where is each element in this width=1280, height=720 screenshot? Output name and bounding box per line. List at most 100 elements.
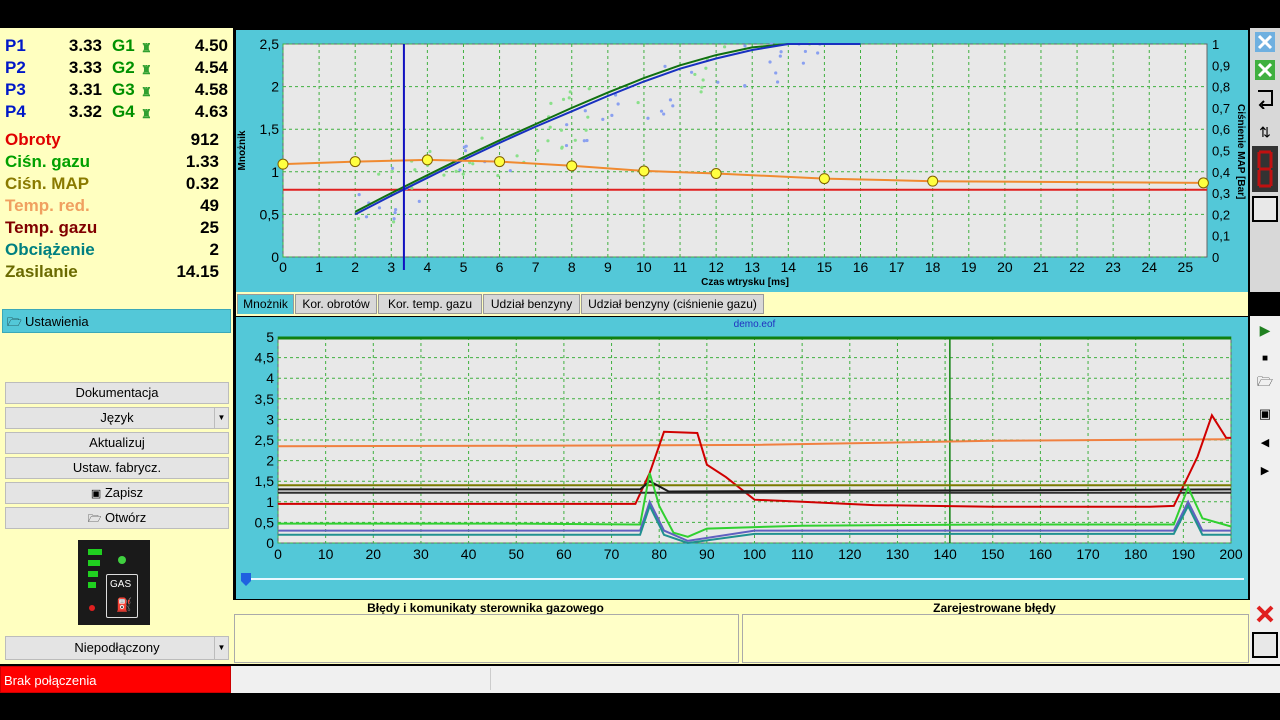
- right-toolbar-top: ⇅: [1250, 28, 1280, 292]
- sample-point: [549, 101, 553, 105]
- multiplier-chart[interactable]: 0 1 2 3 4 5 6 7 8 9 10 11 12 13 14 15 16 17 18 19 20 21 22 23 24…: [236, 30, 1248, 292]
- multiplier-chart-svg[interactable]: 0 1 2 3 4 5 6 7 8 9 10 11 12 13 14 15 16 17 18 19 20 21 22 23 24…: [236, 30, 1248, 292]
- gas-switch[interactable]: GAS ⛽: [78, 540, 150, 625]
- petrol-injector-label: P3: [5, 80, 26, 99]
- sample-point: [471, 162, 475, 166]
- tab-1[interactable]: Kor. obrotów: [295, 294, 377, 314]
- folder-icon: 🗁: [87, 513, 102, 525]
- chevron-down-icon: ▼: [214, 408, 228, 428]
- sample-point: [480, 136, 484, 140]
- gas-injector-value: 4.58: [194, 80, 228, 99]
- sample-point: [561, 97, 566, 101]
- y-tick-label: 2: [266, 453, 274, 469]
- sample-point: [560, 146, 564, 150]
- x-tick-label: 70: [604, 546, 620, 562]
- close-blue-icon[interactable]: [1253, 30, 1277, 54]
- folder-icon[interactable]: 🗁: [1253, 372, 1277, 396]
- param-row: Temp. red. 49: [5, 195, 225, 217]
- square-icon[interactable]: [1252, 632, 1278, 658]
- param-row: Obroty 912: [5, 129, 225, 151]
- sample-point: [417, 199, 421, 203]
- y2-tick-label: 0,9: [1212, 58, 1230, 73]
- gas-injector-value: 4.54: [194, 58, 228, 77]
- open-button[interactable]: 🗁 Otwórz: [5, 507, 229, 529]
- digit-display-icon: [1252, 146, 1278, 192]
- multiplier-point: [277, 158, 289, 170]
- sample-point: [704, 66, 708, 70]
- sample-point: [768, 60, 772, 64]
- param-value: 25: [200, 218, 219, 237]
- sample-point: [377, 172, 381, 176]
- y-tick-label: 3,5: [255, 391, 275, 407]
- param-value: 2: [209, 240, 219, 259]
- x-tick-label: 60: [556, 546, 572, 562]
- recording-chart-svg[interactable]: demo.eof0 10 20 30 40 50 60 70 80 90 100 110 120 130 1…: [236, 317, 1248, 599]
- x-tick-label: 18: [925, 259, 941, 275]
- save-label: Zapisz: [104, 485, 144, 500]
- arrows-icon[interactable]: ⇅: [1253, 120, 1277, 144]
- x-tick-label: 140: [933, 546, 957, 562]
- y-tick-label: 1,5: [255, 473, 275, 489]
- sample-point: [723, 45, 727, 49]
- x-tick-label: 8: [568, 259, 576, 275]
- param-value: 0.32: [185, 174, 219, 193]
- settings-bar[interactable]: 🗁 Ustawienia: [2, 309, 231, 333]
- close-green-icon[interactable]: [1253, 58, 1277, 82]
- connection-select[interactable]: Niepodłączony ▼: [5, 636, 229, 660]
- param-value: 49: [200, 196, 219, 215]
- docs-button[interactable]: Dokumentacja: [5, 382, 229, 404]
- petrol-injector-label: P1: [5, 36, 26, 55]
- y-axis-label: Mnożnik: [237, 130, 248, 170]
- sample-point: [442, 173, 446, 177]
- sample-point: [393, 211, 397, 215]
- x-tick-label: 22: [1069, 259, 1085, 275]
- sample-point: [496, 173, 500, 178]
- recording-chart[interactable]: demo.eof 0 10 20 30 40 50 60 70 80 90 100 110 120 130 1…: [236, 317, 1248, 599]
- sample-point: [778, 54, 782, 58]
- plot-area: [282, 43, 1208, 258]
- sample-point: [583, 109, 587, 113]
- play-icon[interactable]: ▶: [1253, 318, 1277, 342]
- petrol-injector-label: P2: [5, 58, 26, 77]
- param-label: Ciśn. MAP: [5, 174, 90, 193]
- sample-point: [565, 123, 569, 127]
- tab-4[interactable]: Udział benzyny (ciśnienie gazu): [581, 294, 764, 314]
- injector-icon: ♜: [141, 107, 152, 121]
- param-row: Zasilanie 14.15: [5, 261, 225, 283]
- x-tick-label: 12: [708, 259, 724, 275]
- sample-point: [610, 113, 614, 118]
- save-button[interactable]: ▣ Zapisz: [5, 482, 229, 504]
- gas-button[interactable]: GAS ⛽: [106, 574, 138, 618]
- square-icon[interactable]: [1252, 196, 1278, 222]
- y2-tick-label: 0,6: [1212, 122, 1230, 137]
- sample-point: [357, 192, 361, 197]
- update-button[interactable]: Aktualizuj: [5, 432, 229, 454]
- stop-icon[interactable]: ■: [1253, 346, 1277, 370]
- sample-point: [801, 61, 805, 65]
- floppy-icon[interactable]: ▣: [1253, 402, 1277, 426]
- left-panel: P1 3.33 G1 ♜ 4.50 P2 3.33 G2 ♜ 4.54 P3 3.31 G3 ♜ 4.58 P…: [0, 28, 233, 664]
- scroll-thumb[interactable]: [241, 573, 251, 586]
- tab-2[interactable]: Kor. temp. gazu: [378, 294, 482, 314]
- injector-icon: ♜: [141, 63, 152, 77]
- gas-injector-label: G2: [112, 58, 135, 77]
- param-label: Zasilanie: [5, 262, 78, 281]
- language-select[interactable]: Język ▼: [5, 407, 229, 429]
- arrow-right-icon[interactable]: ▶: [1253, 458, 1277, 482]
- param-row: Ciśn. MAP 0.32: [5, 173, 225, 195]
- y2-tick-label: 0,2: [1212, 207, 1230, 222]
- petrol-injector-value: 3.31: [68, 80, 102, 99]
- tab-3[interactable]: Udział benzyny: [483, 294, 580, 314]
- x-tick-label: 7: [532, 259, 540, 275]
- tab-0[interactable]: Mnożnik: [237, 294, 294, 314]
- arrow-left-icon[interactable]: ◀: [1253, 430, 1277, 454]
- param-label: Obciążenie: [5, 240, 95, 259]
- y-tick-label: 2,5: [255, 432, 275, 448]
- factory-settings-button[interactable]: Ustaw. fabrycz.: [5, 457, 229, 479]
- param-row: Obciążenie 2: [5, 239, 225, 261]
- sample-point: [413, 168, 417, 172]
- x-tick-label: 200: [1219, 546, 1243, 562]
- clear-errors-icon[interactable]: [1253, 602, 1277, 626]
- sample-point: [663, 64, 667, 68]
- rotate-icon[interactable]: [1253, 86, 1277, 110]
